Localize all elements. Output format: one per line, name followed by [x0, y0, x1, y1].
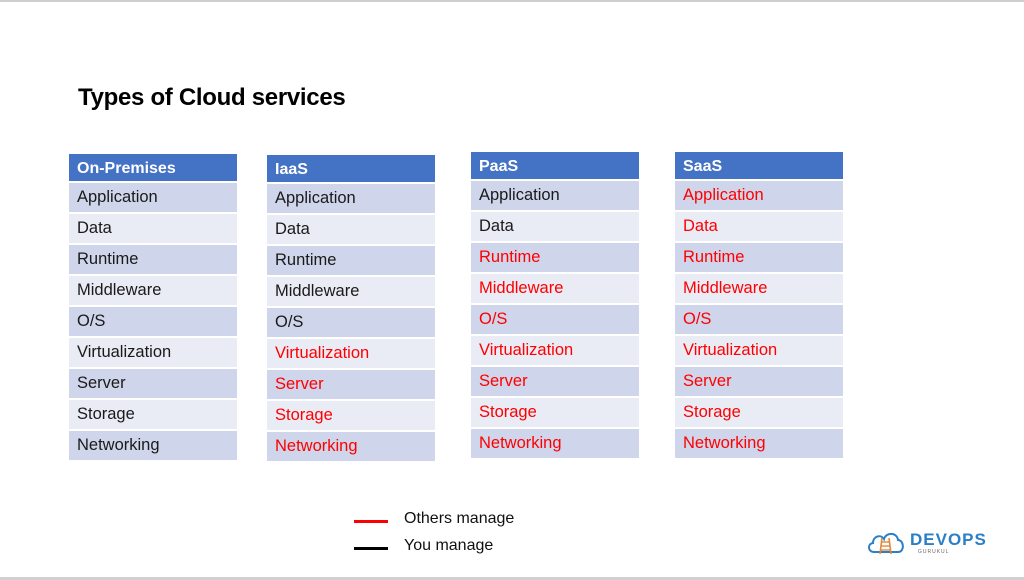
table-header: SaaS: [675, 152, 843, 181]
table-row: Server: [267, 370, 435, 401]
table-row: Data: [471, 212, 639, 243]
table-row: O/S: [471, 305, 639, 336]
table-row: Storage: [69, 400, 237, 431]
table-row: Middleware: [69, 276, 237, 307]
legend-label: Others manage: [404, 510, 515, 527]
table-row: Application: [69, 183, 237, 214]
table-row: Server: [471, 367, 639, 398]
devops-gurukul-logo: DEVOPS GURUKUL: [866, 528, 986, 556]
logo-text: DEVOPS: [910, 530, 987, 549]
slide-title: Types of Cloud services: [78, 84, 346, 111]
table-row: O/S: [69, 307, 237, 338]
table-row: Virtualization: [471, 336, 639, 367]
table-row: Networking: [675, 429, 843, 460]
table-row: Server: [675, 367, 843, 398]
table-header: On-Premises: [69, 154, 237, 183]
table-row: Data: [267, 215, 435, 246]
table-row: Virtualization: [69, 338, 237, 369]
table-row: Networking: [69, 431, 237, 462]
logo-subtitle: GURUKUL: [918, 549, 950, 555]
table-row: Application: [267, 184, 435, 215]
table-header: IaaS: [267, 155, 435, 184]
table-row: Application: [675, 181, 843, 212]
table-row: Virtualization: [675, 336, 843, 367]
table-row: Runtime: [471, 243, 639, 274]
table-row: O/S: [267, 308, 435, 339]
table-row: Runtime: [267, 246, 435, 277]
table-row: Middleware: [675, 274, 843, 305]
table-row: Middleware: [471, 274, 639, 305]
table-row: Storage: [471, 398, 639, 429]
table-row: Data: [69, 214, 237, 245]
table-row: Middleware: [267, 277, 435, 308]
table-row: Storage: [267, 401, 435, 432]
table-row: Runtime: [69, 245, 237, 276]
top-border: [0, 0, 1024, 2]
legend-swatch-black: [354, 547, 388, 550]
table-row: Virtualization: [267, 339, 435, 370]
table-row: Runtime: [675, 243, 843, 274]
table-row: O/S: [675, 305, 843, 336]
table-paas: PaaS Application Data Runtime Middleware O/S V…: [471, 152, 639, 460]
table-saas: SaaS Application Data Runtime Middleware O/S V…: [675, 152, 843, 460]
table-row: Networking: [471, 429, 639, 460]
table-on-premises: On-Premises Application Data Runtime Middlew…: [69, 154, 237, 462]
cloud-ladder-icon: [868, 532, 904, 555]
table-row: Networking: [267, 432, 435, 463]
table-row: Application: [471, 181, 639, 212]
table-iaas: IaaS Application Data Runtime Middleware O/S V…: [267, 155, 435, 463]
legend-swatch-red: [354, 520, 388, 523]
table-row: Storage: [675, 398, 843, 429]
table-row: Server: [69, 369, 237, 400]
legend-label: You manage: [404, 537, 494, 554]
table-row: Data: [675, 212, 843, 243]
table-header: PaaS: [471, 152, 639, 181]
